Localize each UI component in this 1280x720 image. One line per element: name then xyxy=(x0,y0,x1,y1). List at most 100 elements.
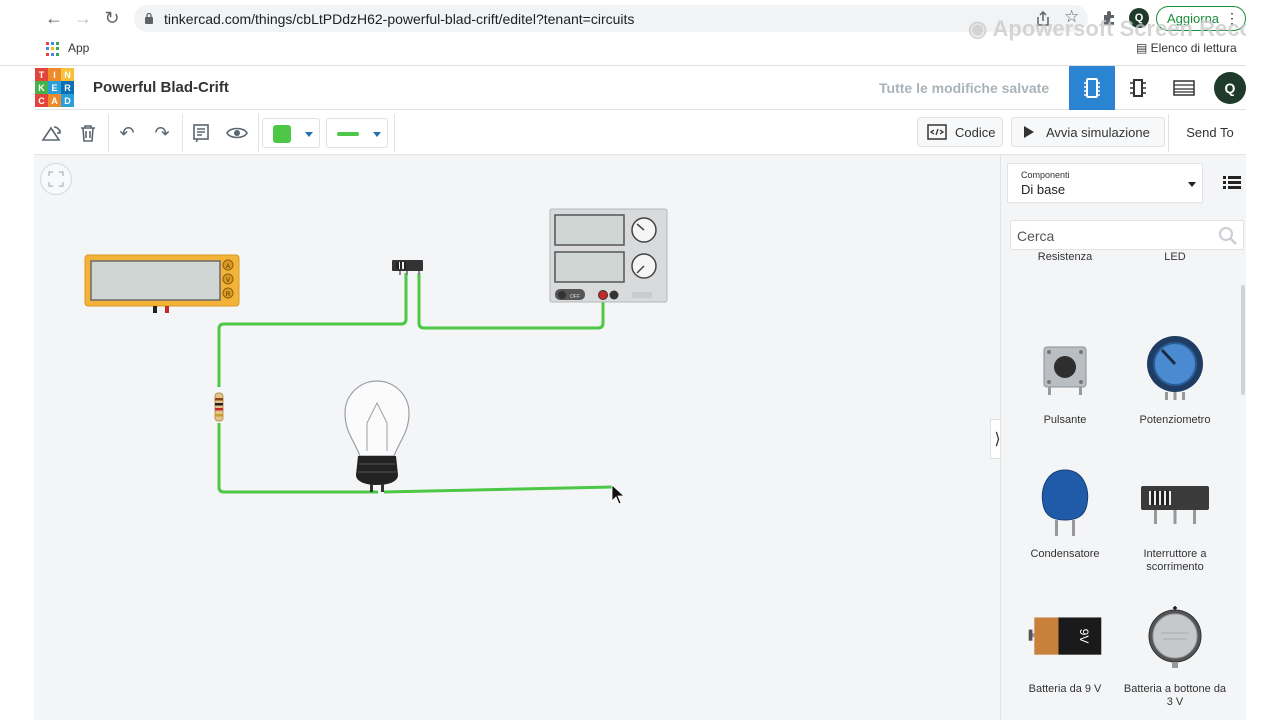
notes-icon xyxy=(193,124,209,142)
forward-icon[interactable]: → xyxy=(72,7,94,29)
component-label: Interruttore a scorrimento xyxy=(1143,548,1207,573)
logo-letter: A xyxy=(48,94,61,107)
apps-label[interactable]: App xyxy=(68,41,89,55)
component-grid: Resistenza LED Pulsante Potenziometro Co… xyxy=(1001,251,1239,720)
eye-icon xyxy=(226,127,248,139)
wire-switch-resistor[interactable] xyxy=(217,273,408,387)
component-coin-battery[interactable]: Batteria a bottone da 3 V xyxy=(1120,599,1230,719)
reading-list-link[interactable]: ▤ Elenco di lettura xyxy=(1136,41,1237,55)
logo-letter: C xyxy=(35,94,48,107)
component-label: Pulsante xyxy=(1043,414,1087,426)
slide-switch[interactable] xyxy=(392,260,423,275)
list-view-icon[interactable] xyxy=(1221,171,1243,193)
trash-icon xyxy=(81,125,95,142)
capacitor-icon xyxy=(1025,464,1105,540)
component-resistor[interactable]: Resistenza xyxy=(1010,251,1120,287)
apps-grid-icon[interactable] xyxy=(46,42,60,56)
play-icon xyxy=(1024,126,1034,138)
component-pushbutton[interactable]: Pulsante xyxy=(1010,330,1120,450)
send-to-button[interactable]: Send To xyxy=(1174,117,1246,147)
component-battery-9v[interactable]: 9V Batteria da 9 V xyxy=(1010,599,1120,719)
circuit-view-icon xyxy=(1084,78,1100,98)
redo-icon: ↷ xyxy=(154,122,170,143)
search-icon[interactable] xyxy=(1218,226,1238,246)
watermark-text: Apowersoft Screen Recorder xyxy=(992,16,1280,41)
component-label: Potenziometro xyxy=(1139,414,1211,426)
wire-line-icon xyxy=(337,132,359,136)
multimeter-button-a[interactable]: A xyxy=(226,264,230,270)
wire-bulb-open[interactable] xyxy=(383,485,614,494)
resistor[interactable] xyxy=(214,392,224,422)
search-box[interactable] xyxy=(1010,220,1244,250)
window-edge xyxy=(1246,0,1280,720)
chevron-down-icon xyxy=(1188,182,1196,187)
component-label: Condensatore xyxy=(1030,548,1100,560)
component-label: Resistenza xyxy=(1037,251,1093,263)
undo-button[interactable]: ↶ xyxy=(112,118,142,148)
toolbar-divider xyxy=(258,114,259,152)
notes-visibility-button[interactable] xyxy=(222,118,252,148)
reading-list-label: Elenco di lettura xyxy=(1150,41,1237,55)
address-bar[interactable]: tinkercad.com/things/cbLtPDdzH62-powerfu… xyxy=(134,5,1088,32)
lock-icon xyxy=(145,12,153,24)
toolbar-divider xyxy=(394,114,395,152)
table-view-icon xyxy=(1173,80,1195,96)
logo-letter: R xyxy=(61,81,74,94)
light-bulb[interactable] xyxy=(344,380,410,492)
panel-scrollbar[interactable] xyxy=(1241,285,1245,395)
code-button[interactable]: Codice xyxy=(917,117,1003,147)
wire-color-picker[interactable] xyxy=(262,118,320,148)
user-avatar[interactable]: Q xyxy=(1214,72,1246,104)
design-title[interactable]: Powerful Blad-Crift xyxy=(93,79,229,96)
component-led[interactable]: LED xyxy=(1120,251,1230,287)
reload-icon[interactable]: ↻ xyxy=(101,7,123,29)
power-off-label: OFF xyxy=(570,294,580,300)
component-slide-switch[interactable]: Interruttore a scorrimento xyxy=(1120,464,1230,584)
components-dropdown-value: Di base xyxy=(1021,182,1066,197)
start-simulation-button[interactable]: Avvia simulazione xyxy=(1011,117,1165,147)
code-icon xyxy=(927,124,947,140)
wire-type-picker[interactable] xyxy=(326,118,388,148)
chevron-down-icon xyxy=(305,132,313,137)
multimeter-button-r[interactable]: R xyxy=(226,292,231,298)
editor-toolbar: ↶ ↷ Codice Avvia simulazione Send To xyxy=(34,110,1246,155)
battery-9v-text: 9V xyxy=(1077,629,1091,644)
schematic-view-button[interactable] xyxy=(1115,66,1161,110)
schematic-view-icon xyxy=(1130,79,1146,97)
color-swatch xyxy=(273,125,291,143)
logo-letter: I xyxy=(48,68,61,81)
multimeter-button-v[interactable]: V xyxy=(226,278,230,284)
redo-button[interactable]: ↷ xyxy=(147,118,177,148)
component-potentiometer[interactable]: Potenziometro xyxy=(1120,330,1230,450)
component-capacitor[interactable]: Condensatore xyxy=(1010,464,1120,584)
logo-letter: E xyxy=(48,81,61,94)
save-status: Tutte le modifiche salvate xyxy=(879,80,1050,96)
search-input[interactable] xyxy=(1017,225,1213,247)
circuit-canvas[interactable]: A V R OFF ⟩ xyxy=(34,155,1004,720)
back-icon[interactable]: ← xyxy=(43,7,65,29)
components-panel: Componenti Di base Resistenza LED Pulsan… xyxy=(1000,155,1246,720)
browser-chrome: ← → ↻ tinkercad.com/things/cbLtPDdzH62-p… xyxy=(0,0,1280,66)
component-label: LED xyxy=(1164,251,1186,263)
multimeter[interactable]: A V R xyxy=(84,254,240,313)
logo-letter: N xyxy=(61,68,74,81)
toolbar-divider xyxy=(182,114,183,152)
delete-button[interactable] xyxy=(73,118,103,148)
pushbutton-icon xyxy=(1025,330,1105,406)
rotate-icon xyxy=(41,126,61,141)
app-header: T I N K E R C A D Powerful Blad-Crift Tu… xyxy=(34,66,1246,110)
circuit-view-button[interactable] xyxy=(1069,66,1115,110)
url-text: tinkercad.com/things/cbLtPDdzH62-powerfu… xyxy=(164,11,635,27)
coin-battery-icon xyxy=(1135,599,1215,675)
notes-button[interactable] xyxy=(186,118,216,148)
mouse-cursor-icon xyxy=(611,484,626,505)
rotate-button[interactable] xyxy=(37,118,67,148)
power-supply[interactable]: OFF xyxy=(549,208,668,303)
component-list-view-button[interactable] xyxy=(1161,66,1207,110)
toolbar-divider xyxy=(1168,114,1169,152)
component-label: Batteria a bottone da 3 V xyxy=(1123,683,1227,708)
components-dropdown[interactable]: Componenti Di base xyxy=(1007,163,1203,203)
slide-switch-icon xyxy=(1135,464,1215,540)
components-dropdown-label: Componenti xyxy=(1021,170,1070,180)
tinkercad-logo[interactable]: T I N K E R C A D xyxy=(35,68,75,108)
